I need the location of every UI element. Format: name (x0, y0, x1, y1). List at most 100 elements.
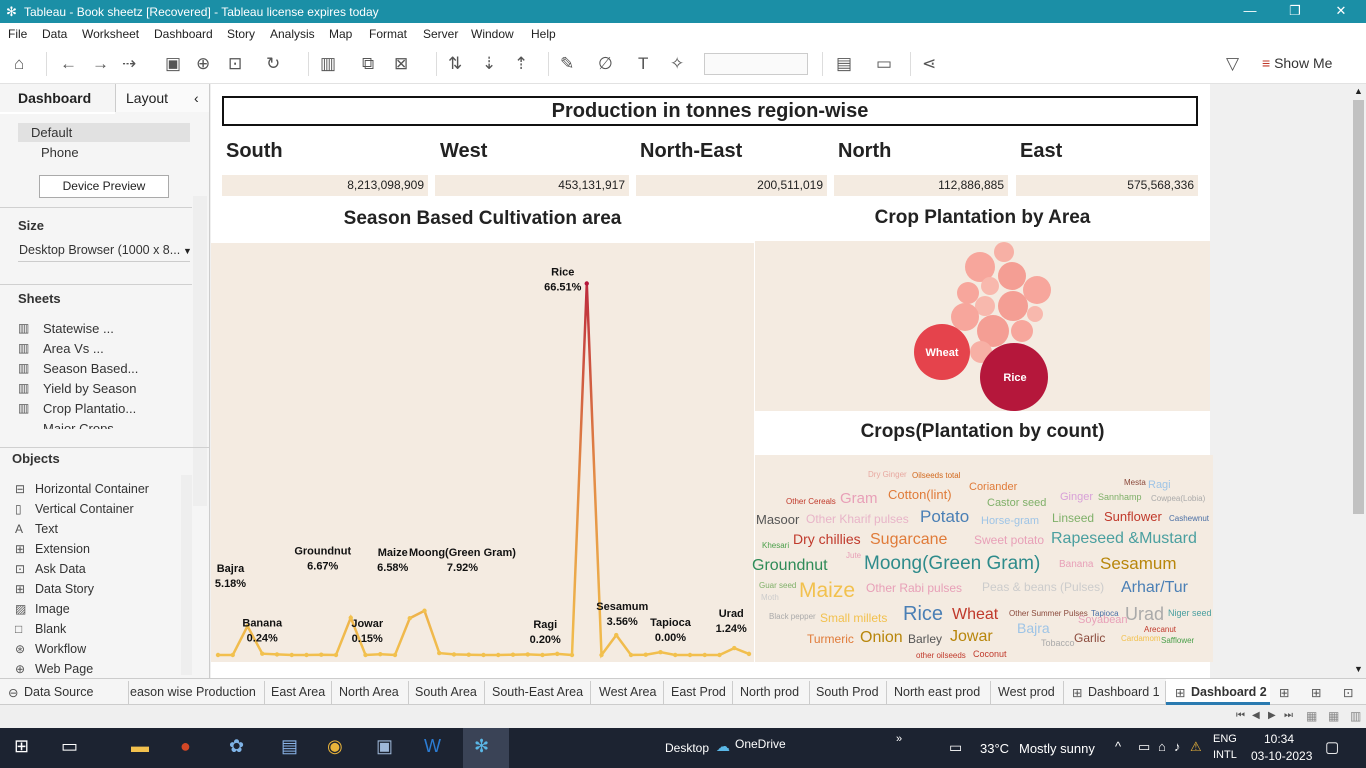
show-me-button[interactable]: ≡ Show Me (1262, 55, 1332, 71)
wordcloud-word[interactable]: Wheat (952, 607, 998, 623)
wordcloud-word[interactable]: Other Rabi pulses (866, 582, 962, 594)
share-icon[interactable]: ⋖ (922, 54, 936, 74)
lang-1[interactable]: ENG (1213, 733, 1237, 745)
new-datasource-icon[interactable]: ⊕ (196, 54, 210, 74)
wordcloud-word[interactable]: Coriander (969, 482, 1017, 493)
wordcloud-word[interactable]: Cardamom (1121, 635, 1161, 643)
pc-icon[interactable]: ▤ (281, 736, 298, 757)
chrome-icon[interactable]: ◉ (327, 736, 343, 757)
sheet-item[interactable]: Area Vs ... (43, 341, 104, 356)
wordcloud-word[interactable]: Linseed (1052, 512, 1094, 524)
word-icon[interactable]: W (424, 736, 441, 757)
wordcloud-word[interactable]: Other Summer Pulses (1009, 610, 1088, 618)
scrollbar-thumb[interactable] (1353, 100, 1364, 514)
minimize-button[interactable]: — (1240, 3, 1260, 18)
wordcloud-word[interactable]: Horse-gram (981, 516, 1039, 527)
first-sheet-icon[interactable]: ⏮ (1236, 710, 1245, 721)
new-worksheet-icon[interactable]: ▥ (320, 54, 336, 74)
wordcloud-word[interactable]: Onion (860, 630, 903, 646)
season-data-point[interactable] (378, 651, 383, 657)
menu-file[interactable]: File (8, 27, 27, 41)
wordcloud-word[interactable]: Potato (920, 508, 969, 525)
season-data-point[interactable] (422, 608, 427, 613)
paint-brush-icon[interactable]: ▽ (1226, 54, 1239, 74)
sheets-scrollbar[interactable] (193, 196, 207, 506)
save-icon[interactable]: ▣ (165, 54, 181, 74)
wordcloud-word[interactable]: Barley (908, 633, 942, 645)
clear-sheet-icon[interactable]: ⊠ (394, 54, 408, 74)
season-data-point[interactable] (289, 652, 294, 658)
season-data-point[interactable] (230, 652, 235, 658)
main-scrollbar[interactable]: ▲ ▼ (1351, 84, 1366, 678)
sheet-tab[interactable]: Dashboard 1 (1088, 685, 1160, 699)
pause-updates-icon[interactable]: ⊡ (228, 54, 242, 74)
object-item[interactable]: Web Page (35, 662, 93, 676)
bubble[interactable] (998, 291, 1028, 321)
filmstrip-icon[interactable]: ▦ (1306, 709, 1317, 723)
object-item[interactable]: Ask Data (35, 562, 86, 576)
file-explorer-icon[interactable]: ▬ (131, 736, 149, 757)
new-dashboard-icon[interactable]: ⊞ (1311, 685, 1321, 700)
wordcloud-word[interactable]: Ginger (1060, 492, 1093, 503)
season-data-point[interactable] (525, 652, 530, 657)
season-data-point[interactable] (746, 651, 752, 657)
object-item[interactable]: Extension (35, 542, 90, 556)
redo-icon[interactable]: → (92, 54, 109, 74)
season-data-point[interactable] (628, 652, 634, 658)
sheet-tab[interactable]: South-East Area (492, 685, 583, 699)
wordcloud-word[interactable]: Other Cereals (786, 498, 836, 506)
bubble[interactable] (1023, 276, 1051, 304)
sheet-tab[interactable]: West Area (599, 685, 656, 699)
wordcloud-word[interactable]: Safflower (1161, 637, 1194, 645)
close-button[interactable]: ✕ (1331, 3, 1351, 19)
replay-icon[interactable]: ⇢ (122, 54, 136, 74)
onedrive-toolbar[interactable]: OneDrive (735, 737, 786, 751)
wordcloud-word[interactable]: Sunflower (1104, 510, 1162, 523)
sheet-item[interactable]: Major Crops (43, 421, 114, 429)
object-item[interactable]: Workflow (35, 642, 86, 656)
wordcloud-word[interactable]: Maize (799, 580, 855, 601)
season-data-point[interactable] (451, 652, 457, 657)
wordcloud-word[interactable]: Sugarcane (870, 532, 947, 548)
menu-help[interactable]: Help (531, 27, 556, 41)
bubble[interactable] (957, 282, 979, 304)
season-data-point[interactable] (215, 652, 221, 658)
season-data-point[interactable] (673, 652, 678, 658)
wordcloud-word[interactable]: Groundnut (752, 558, 828, 574)
season-chart-area[interactable]: Bajra5.18%Banana0.24%Groundnut6.67%Ginge… (211, 243, 754, 713)
highlight-icon[interactable]: ✎ (560, 54, 574, 74)
wordcloud-word[interactable]: Turmeric (807, 633, 854, 645)
bubble[interactable] (994, 242, 1014, 262)
tab-data-source[interactable]: Data Source (24, 685, 93, 699)
new-story-icon[interactable]: ⊡ (1343, 685, 1353, 700)
sort-descending-icon[interactable]: ⇡ (514, 54, 528, 74)
object-item[interactable]: Blank (35, 622, 66, 636)
season-data-point[interactable] (392, 652, 398, 658)
wordcloud-word[interactable]: Cowpea(Lobia) (1151, 495, 1205, 503)
show-cards-icon[interactable]: ▤ (836, 54, 852, 74)
season-data-point[interactable] (599, 652, 604, 658)
season-data-point[interactable] (260, 651, 265, 656)
sheet-tab[interactable]: West prod (998, 685, 1055, 699)
clock-date[interactable]: 03-10-2023 (1251, 749, 1312, 763)
task-view-icon[interactable]: ▭ (61, 736, 78, 757)
season-data-point[interactable] (496, 652, 501, 658)
season-data-point[interactable] (614, 632, 619, 638)
wordcloud-area[interactable]: Dry Ginger Oilseeds total Coriander Mest… (752, 455, 1213, 662)
device-preview-button[interactable]: Device Preview (39, 175, 169, 198)
menu-analysis[interactable]: Analysis (270, 27, 315, 41)
wordcloud-word[interactable]: Jute (846, 552, 861, 560)
security-icon[interactable]: ⚠ (1190, 739, 1202, 755)
season-data-point[interactable] (466, 652, 471, 657)
wordcloud-word[interactable]: Dry chillies (793, 532, 861, 546)
season-data-point[interactable] (481, 652, 486, 658)
season-data-point[interactable] (540, 652, 545, 658)
wordcloud-word[interactable]: Arhar/Tur (1121, 580, 1188, 596)
bubble[interactable] (1011, 320, 1033, 342)
fit-dropdown[interactable] (704, 53, 808, 75)
wordcloud-word[interactable]: Mesta (1124, 479, 1146, 487)
wordcloud-word[interactable]: Sweet potato (974, 534, 1044, 546)
tableau-task-icon[interactable]: ✻ (474, 736, 489, 757)
wordcloud-word[interactable]: Ragi (1148, 480, 1171, 491)
season-data-point[interactable] (687, 652, 693, 658)
